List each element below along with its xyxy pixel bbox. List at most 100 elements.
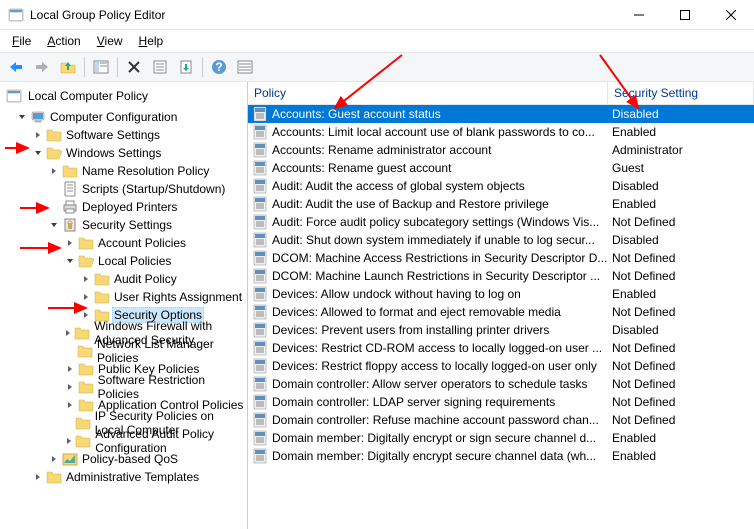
tree-item-name-resolution[interactable]: Name Resolution Policy [48,162,247,180]
tree-item-security-settings[interactable]: Security Settings [48,216,247,234]
list-pane[interactable]: Policy Security Setting Accounts: Guest … [248,82,754,529]
list-row[interactable]: Domain member: Digitally encrypt or sign… [248,429,754,447]
up-level-button[interactable] [56,55,80,79]
list-row[interactable]: Domain controller: LDAP server signing r… [248,393,754,411]
list-row[interactable]: DCOM: Machine Launch Restrictions in Sec… [248,267,754,285]
expander-icon[interactable] [48,165,60,177]
policy-text: Domain member: Digitally encrypt or sign… [272,431,596,445]
setting-cell: Guest [608,160,754,176]
tree-pane[interactable]: Local Computer Policy Computer Configura… [0,82,248,529]
expander-icon[interactable] [80,273,92,285]
tree-label: Software Settings [64,127,162,143]
tree-item-account-policies[interactable]: Account Policies [64,234,247,252]
tree-item-advanced-audit[interactable]: Advanced Audit Policy Configuration [64,432,247,450]
menu-view[interactable]: View [89,32,131,50]
expander-icon[interactable] [64,363,76,375]
expander-icon[interactable] [32,471,44,483]
menubar: File Action View Help [0,30,754,52]
policy-cell: Devices: Allow undock without having to … [248,285,608,303]
maximize-button[interactable] [662,0,708,30]
properties-button[interactable] [148,55,172,79]
expander-icon[interactable] [80,309,92,321]
view-details-button[interactable] [233,55,257,79]
gpedit-icon [6,88,22,104]
expander-icon[interactable] [64,255,76,267]
list-row[interactable]: Accounts: Guest account statusDisabled [248,105,754,123]
setting-cell: Enabled [608,286,754,302]
tree-item-windows-settings[interactable]: Windows Settings [32,144,247,162]
column-header-setting[interactable]: Security Setting [608,82,754,104]
list-row[interactable]: Domain controller: Refuse machine accoun… [248,411,754,429]
list-row[interactable]: Accounts: Limit local account use of bla… [248,123,754,141]
setting-cell: Disabled [608,322,754,338]
list-row[interactable]: Accounts: Rename administrator accountAd… [248,141,754,159]
list-row[interactable]: Domain member: Digitally encrypt secure … [248,447,754,465]
list-row[interactable]: Devices: Allow undock without having to … [248,285,754,303]
policy-text: Audit: Audit the use of Backup and Resto… [272,197,549,211]
list-row[interactable]: Devices: Restrict floppy access to local… [248,357,754,375]
export-button[interactable] [174,55,198,79]
expander-icon[interactable] [80,291,92,303]
minimize-button[interactable] [616,0,662,30]
tree-item-user-rights[interactable]: User Rights Assignment [80,288,247,306]
list-row[interactable]: DCOM: Machine Access Restrictions in Sec… [248,249,754,267]
tree-item-software-settings[interactable]: Software Settings [32,126,247,144]
folder-icon [78,397,94,413]
policy-cell: DCOM: Machine Access Restrictions in Sec… [248,249,608,267]
expander-icon[interactable] [64,327,72,339]
expander-icon[interactable] [48,219,60,231]
menu-file[interactable]: File [4,32,39,50]
titlebar: Local Group Policy Editor [0,0,754,30]
policy-cell: Audit: Audit the use of Backup and Resto… [248,195,608,213]
back-button[interactable] [4,55,28,79]
expander-icon[interactable] [32,147,44,159]
policy-cell: Audit: Audit the access of global system… [248,177,608,195]
setting-cell: Not Defined [608,268,754,284]
list-row[interactable]: Devices: Restrict CD-ROM access to local… [248,339,754,357]
tree-root-row[interactable]: Local Computer Policy [0,84,247,108]
forward-button[interactable] [30,55,54,79]
expander-icon[interactable] [32,129,44,141]
policy-text: Domain controller: Refuse machine accoun… [272,413,599,427]
tree-item-network-list[interactable]: Network List Manager Policies [64,342,247,360]
policy-item-icon [252,124,268,140]
setting-cell: Disabled [608,178,754,194]
tree-item-local-policies[interactable]: Local Policies [64,252,247,270]
list-row[interactable]: Audit: Shut down system immediately if u… [248,231,754,249]
tree-item-software-restriction[interactable]: Software Restriction Policies [64,378,247,396]
tree-item-audit-policy[interactable]: Audit Policy [80,270,247,288]
tree-item-computer-configuration[interactable]: Computer Configuration [16,108,247,126]
expander-icon[interactable] [48,453,60,465]
column-header-policy[interactable]: Policy [248,82,608,104]
tree-item-deployed-printers[interactable]: Deployed Printers [48,198,247,216]
list-row[interactable]: Devices: Allowed to format and eject rem… [248,303,754,321]
expander-icon[interactable] [64,435,73,447]
list-row[interactable]: Audit: Audit the use of Backup and Resto… [248,195,754,213]
policy-cell: Devices: Restrict CD-ROM access to local… [248,339,608,357]
show-hide-tree-button[interactable] [89,55,113,79]
list-row[interactable]: Audit: Force audit policy subcategory se… [248,213,754,231]
folder-icon [78,361,94,377]
list-row[interactable]: Audit: Audit the access of global system… [248,177,754,195]
setting-cell: Enabled [608,448,754,464]
tree-item-admin-templates[interactable]: Administrative Templates [32,468,247,486]
expander-icon[interactable] [64,237,76,249]
expander-icon[interactable] [16,111,28,123]
expander-icon[interactable] [64,381,76,393]
menu-help[interactable]: Help [131,32,172,50]
policy-cell: Accounts: Rename guest account [248,159,608,177]
close-button[interactable] [708,0,754,30]
list-row[interactable]: Accounts: Rename guest accountGuest [248,159,754,177]
expander-icon[interactable] [64,399,76,411]
tree-label: Local Policies [96,253,173,269]
menu-action[interactable]: Action [39,32,88,50]
help-button[interactable] [207,55,231,79]
folder-icon [62,163,78,179]
folder-icon [75,415,91,431]
list-row[interactable]: Devices: Prevent users from installing p… [248,321,754,339]
list-row[interactable]: Domain controller: Allow server operator… [248,375,754,393]
tree-item-scripts[interactable]: Scripts (Startup/Shutdown) [48,180,247,198]
setting-cell: Disabled [608,106,754,122]
delete-button[interactable] [122,55,146,79]
policy-text: DCOM: Machine Access Restrictions in Sec… [272,251,607,265]
